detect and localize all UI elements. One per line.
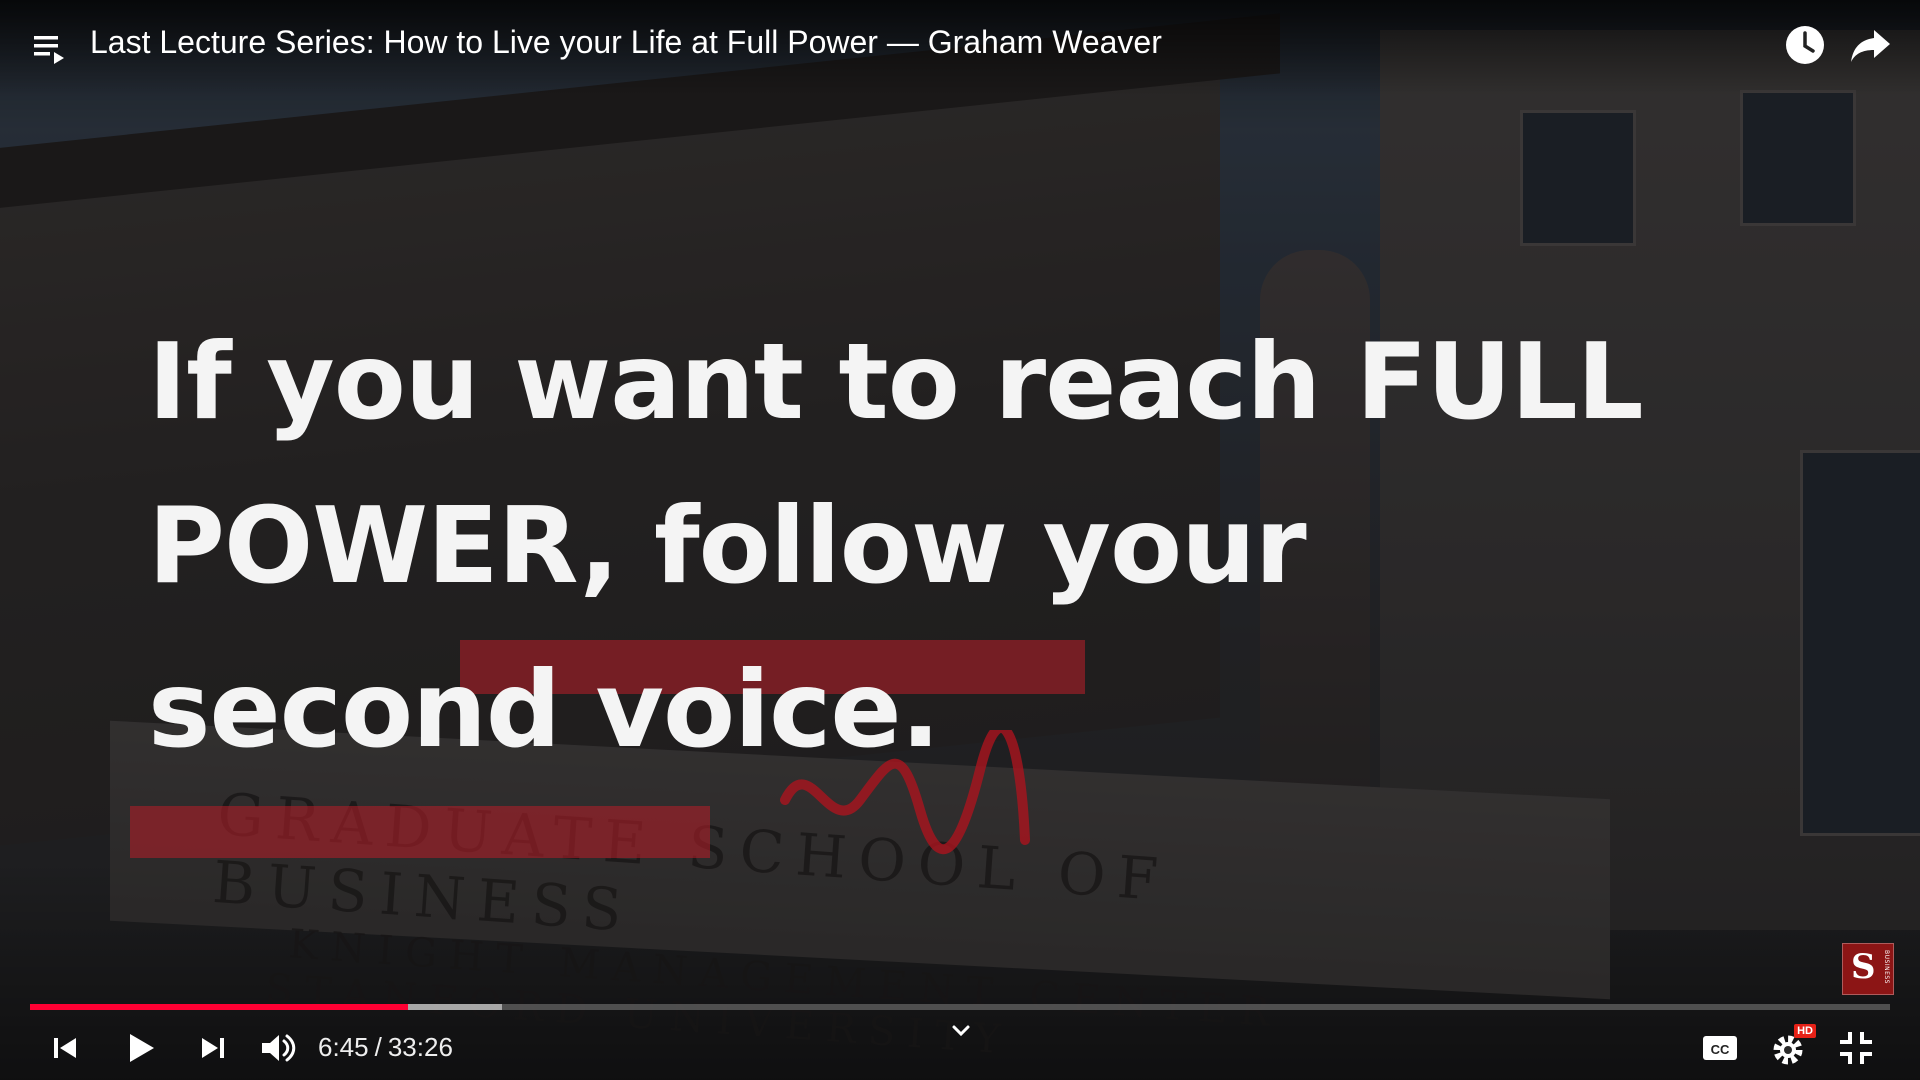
volume-icon[interactable] bbox=[256, 1026, 300, 1070]
video-title[interactable]: Last Lecture Series: How to Live your Li… bbox=[90, 24, 1162, 61]
quote-line: POWER, follow your bbox=[148, 485, 1307, 607]
settings-button[interactable]: HD bbox=[1768, 1024, 1816, 1070]
logo-letter: S bbox=[1851, 947, 1876, 987]
video-player[interactable]: GRADUATE SCHOOL OF BUSINESS KNIGHT MANAG… bbox=[0, 0, 1920, 1080]
quote-overlay: If you want to reach FULL POWER, follow … bbox=[148, 300, 1648, 792]
progress-played bbox=[30, 1004, 408, 1010]
play-icon[interactable] bbox=[118, 1026, 162, 1070]
svg-text:CC: CC bbox=[1711, 1042, 1730, 1057]
playlist-icon[interactable] bbox=[30, 28, 70, 68]
chevron-down-icon[interactable] bbox=[946, 1016, 976, 1046]
exit-fullscreen-icon[interactable] bbox=[1834, 1026, 1878, 1070]
hd-badge: HD bbox=[1794, 1024, 1816, 1038]
time-separator: / bbox=[374, 1032, 382, 1062]
duration: 33:26 bbox=[387, 1032, 453, 1062]
next-icon[interactable] bbox=[190, 1026, 234, 1070]
watch-later-icon[interactable] bbox=[1780, 20, 1830, 70]
channel-logo[interactable]: S BUSINESS bbox=[1842, 943, 1894, 995]
control-bar: 6:45/33:26 CC HD bbox=[0, 1016, 1920, 1080]
quote-line: If you want to reach FULL bbox=[148, 321, 1644, 443]
share-icon[interactable] bbox=[1846, 20, 1896, 70]
current-time: 6:45 bbox=[318, 1032, 369, 1062]
captions-icon[interactable]: CC bbox=[1698, 1026, 1742, 1070]
logo-caption: BUSINESS bbox=[1883, 950, 1890, 984]
previous-icon[interactable] bbox=[44, 1026, 88, 1070]
top-bar: Last Lecture Series: How to Live your Li… bbox=[0, 0, 1920, 96]
squiggle-mark bbox=[780, 730, 1030, 855]
accent-bar bbox=[130, 806, 710, 858]
progress-bar[interactable] bbox=[30, 1004, 1890, 1010]
time-display: 6:45/33:26 bbox=[318, 1032, 453, 1063]
